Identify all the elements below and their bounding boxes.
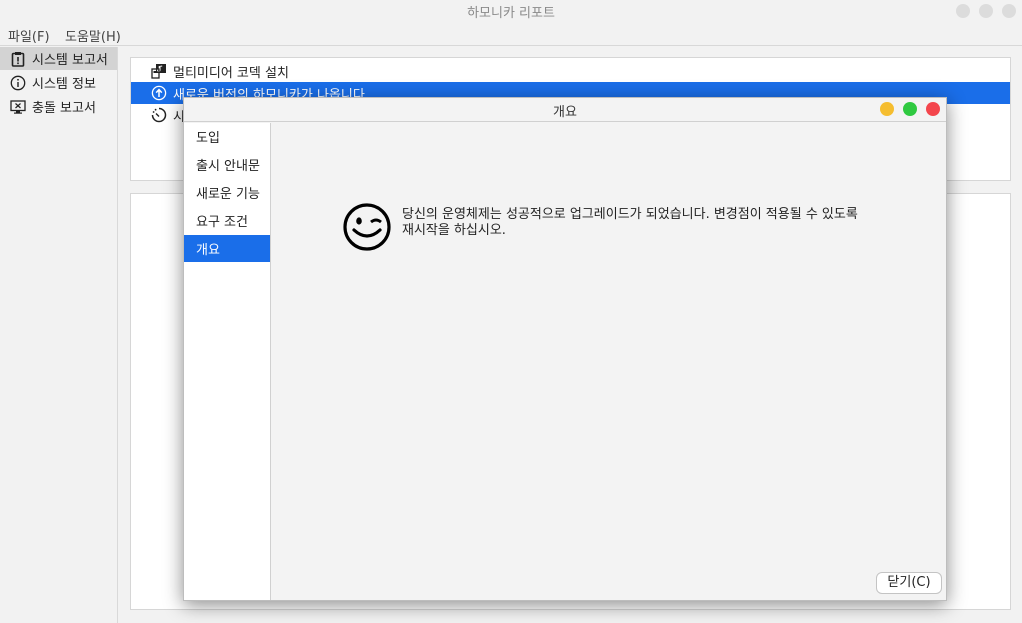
close-button[interactable]: 닫기(C) — [876, 572, 942, 594]
close-window-button[interactable] — [1002, 4, 1016, 18]
sidebar-item-label: 충돌 보고서 — [32, 101, 96, 116]
dialog-title: 개요 — [553, 105, 577, 120]
clipboard-icon — [10, 51, 26, 67]
menu-file[interactable]: 파일(F) — [8, 26, 50, 45]
report-row-label: 멀티미디어 코덱 설치 — [173, 65, 289, 81]
sidebar-item-label: 시스템 정보 — [32, 77, 96, 92]
dialog-close-icon[interactable] — [926, 102, 940, 116]
monitor-crash-icon — [10, 99, 26, 115]
window-title: 하모니카 리포트 — [467, 6, 555, 21]
sidebar-item-label: 시스템 보고서 — [32, 53, 108, 68]
dialog-maximize-button[interactable] — [903, 102, 917, 116]
maximize-button[interactable] — [979, 4, 993, 18]
menubar: 파일(F) 도움말(H) — [0, 22, 1022, 46]
upgrade-message: 당신의 운영체제는 성공적으로 업그레이드가 되었습니다. 변경점이 적용될 수… — [402, 207, 858, 238]
sidebar: 시스템 보고서 시스템 정보 충돌 보고서 — [0, 47, 118, 623]
sidebar-item-system-info[interactable]: 시스템 정보 — [0, 71, 117, 94]
dialog-content: 당신의 운영체제는 성공적으로 업그레이드가 되었습니다. 변경점이 적용될 수… — [272, 123, 946, 600]
upgrade-arrow-icon — [151, 85, 167, 101]
overview-dialog: 개요 도입 출시 안내문 새로운 기능 요구 조건 개요 당신의 운영체제는 성… — [183, 97, 947, 601]
sidebar-item-system-report[interactable]: 시스템 보고서 — [0, 47, 117, 70]
nav-item-new-features[interactable]: 새로운 기능 — [184, 179, 270, 206]
nav-item-overview[interactable]: 개요 — [184, 235, 270, 262]
info-icon — [10, 75, 26, 91]
nav-item-intro[interactable]: 도입 — [184, 123, 270, 150]
wink-smiley-icon — [343, 203, 391, 251]
dialog-minimize-button[interactable] — [880, 102, 894, 116]
dialog-nav: 도입 출시 안내문 새로운 기능 요구 조건 개요 — [184, 123, 271, 600]
menu-help[interactable]: 도움말(H) — [65, 26, 121, 45]
codec-icon — [151, 63, 167, 79]
spinner-icon — [151, 107, 167, 123]
window-titlebar: 하모니카 리포트 — [0, 0, 1022, 22]
nav-item-requirements[interactable]: 요구 조건 — [184, 207, 270, 234]
dialog-titlebar: 개요 — [184, 98, 946, 122]
report-row-codec[interactable]: 멀티미디어 코덱 설치 — [131, 60, 1010, 82]
nav-item-release-notes[interactable]: 출시 안내문 — [184, 151, 270, 178]
sidebar-item-crash-report[interactable]: 충돌 보고서 — [0, 95, 117, 118]
minimize-button[interactable] — [956, 4, 970, 18]
